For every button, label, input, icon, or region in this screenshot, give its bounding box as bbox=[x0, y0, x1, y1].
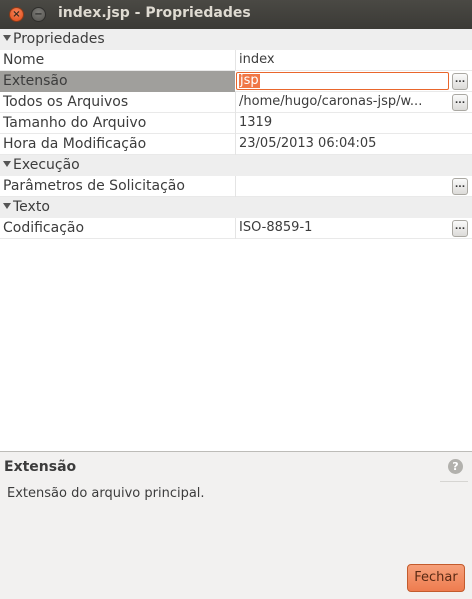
property-value: /home/hugo/caronas-jsp/w... bbox=[239, 94, 423, 109]
section-title: Execução bbox=[13, 157, 80, 173]
expanded-triangle-icon bbox=[3, 35, 11, 41]
property-sheet: Propriedades Nome index Extensão jsp ...… bbox=[0, 29, 472, 452]
description-title: Extensão bbox=[4, 459, 77, 475]
column-divider bbox=[235, 92, 236, 113]
property-value: ISO-8859-1 bbox=[239, 220, 313, 235]
description-text: Extensão do arquivo principal. bbox=[7, 486, 205, 501]
property-row-nome[interactable]: Nome index bbox=[0, 50, 472, 71]
property-row-todos-arquivos[interactable]: Todos os Arquivos /home/hugo/caronas-jsp… bbox=[0, 92, 472, 113]
edit-parameters-button[interactable]: ... bbox=[452, 178, 468, 195]
section-title: Texto bbox=[13, 199, 50, 215]
property-name: Extensão bbox=[3, 73, 68, 89]
property-name: Parâmetros de Solicitação bbox=[3, 178, 185, 194]
property-value: index bbox=[239, 52, 275, 67]
section-label-texto: Texto bbox=[3, 199, 50, 215]
column-divider bbox=[235, 50, 236, 71]
section-texto[interactable]: Texto bbox=[0, 197, 472, 218]
property-value: 1319 bbox=[239, 115, 273, 130]
column-divider bbox=[235, 113, 236, 134]
extension-edit-field[interactable]: jsp bbox=[236, 72, 449, 90]
minimize-window-icon[interactable]: − bbox=[31, 7, 46, 22]
close-window-icon[interactable]: × bbox=[9, 7, 24, 22]
section-propriedades[interactable]: Propriedades bbox=[0, 29, 472, 50]
description-divider bbox=[440, 481, 468, 482]
property-name: Codificação bbox=[3, 220, 85, 236]
edit-extension-button[interactable]: ... bbox=[452, 73, 468, 90]
property-name: Nome bbox=[3, 52, 45, 68]
help-icon[interactable]: ? bbox=[448, 459, 463, 474]
section-label-propriedades: Propriedades bbox=[3, 31, 105, 47]
property-row-tamanho[interactable]: Tamanho do Arquivo 1319 bbox=[0, 113, 472, 134]
close-button[interactable]: Fechar bbox=[407, 564, 465, 592]
property-name: Todos os Arquivos bbox=[3, 94, 129, 110]
window-title: index.jsp - Propriedades bbox=[58, 5, 251, 21]
property-value: 23/05/2013 06:04:05 bbox=[239, 136, 377, 151]
expanded-triangle-icon bbox=[3, 203, 11, 209]
property-row-parametros[interactable]: Parâmetros de Solicitação ... bbox=[0, 176, 472, 197]
expanded-triangle-icon bbox=[3, 161, 11, 167]
property-name: Hora da Modificação bbox=[3, 136, 147, 152]
section-label-execucao: Execução bbox=[3, 157, 80, 173]
property-row-extensao[interactable]: Extensão jsp ... bbox=[0, 71, 472, 92]
selected-text: jsp bbox=[239, 73, 260, 88]
section-title: Propriedades bbox=[13, 31, 105, 47]
section-execucao[interactable]: Execução bbox=[0, 155, 472, 176]
column-divider bbox=[235, 176, 236, 197]
property-name: Tamanho do Arquivo bbox=[3, 115, 147, 131]
edit-encoding-button[interactable]: ... bbox=[452, 220, 468, 237]
column-divider bbox=[235, 218, 236, 239]
title-bar: × − index.jsp - Propriedades bbox=[0, 0, 472, 29]
column-divider bbox=[235, 134, 236, 155]
property-row-codificacao[interactable]: Codificação ISO-8859-1 ... bbox=[0, 218, 472, 239]
edit-files-button[interactable]: ... bbox=[452, 94, 468, 111]
property-row-hora[interactable]: Hora da Modificação 23/05/2013 06:04:05 bbox=[0, 134, 472, 155]
